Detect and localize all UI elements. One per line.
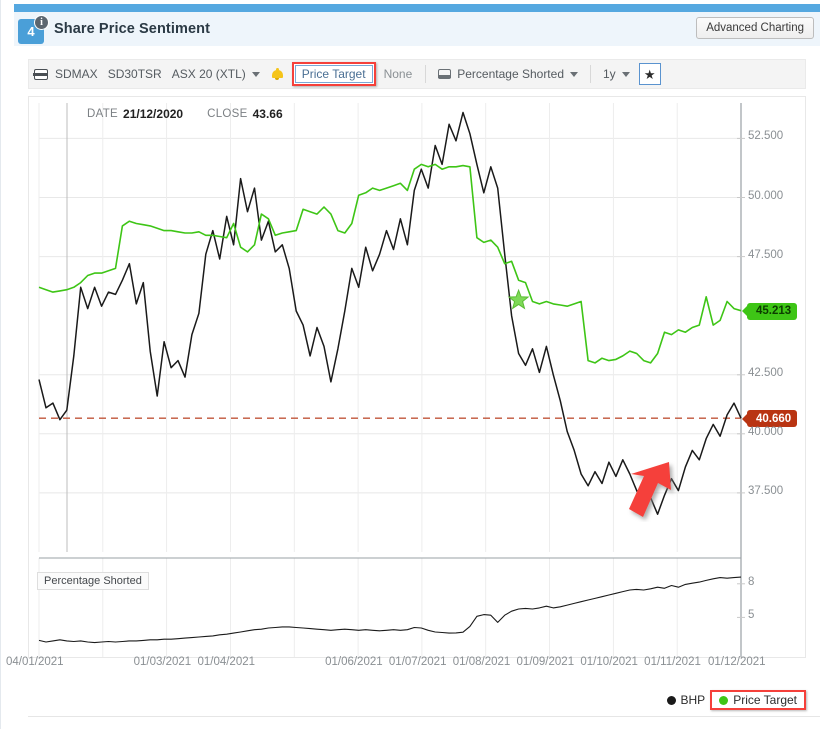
price-target-selector-wrap: Price Target: [290, 60, 378, 88]
share-price-sentiment-widget: 4 i Share Price Sentiment Advanced Chart…: [0, 0, 820, 729]
legend-color-swatch: [719, 695, 729, 705]
x-axis-tick-label: 01/06/2021: [325, 656, 383, 668]
range-selector-label: 1y: [603, 67, 616, 81]
legend-label: Price Target: [733, 693, 797, 707]
x-axis-tick-label: 01/08/2021: [452, 656, 511, 668]
favourite-button[interactable]: ★: [638, 63, 661, 85]
chevron-down-icon: [621, 71, 630, 77]
chart-canvas[interactable]: DATE 21/12/2020 CLOSE 43.66 Percentage S…: [28, 96, 806, 658]
y-axis-tick-label: 42.500: [748, 366, 784, 379]
price-target-value[interactable]: None: [378, 67, 419, 81]
legend-item-price-target[interactable]: Price Target: [714, 693, 802, 707]
y-axis-tick-label: 52.500: [748, 130, 784, 143]
index-selector[interactable]: ASX 20 (XTL): [167, 60, 265, 88]
legend-label: BHP: [680, 693, 706, 707]
x-axis-tick-label: 01/10/2021: [580, 656, 638, 668]
bell-icon: [271, 68, 283, 80]
x-axis-labels: 04/01/2021 01/03/2021 01/04/2021 01/06/2021…: [6, 652, 820, 674]
close-label: CLOSE: [207, 108, 248, 120]
price-target-value-badge: 45.213: [741, 302, 798, 320]
percentage-shorted-pane: Percentage Shorted: [29, 558, 741, 657]
legend-item-bhp[interactable]: BHP: [662, 693, 711, 707]
price-target-selector[interactable]: Price Target: [294, 65, 373, 83]
lower-y-axis-tick-label: 8: [748, 575, 755, 588]
panel-accent-bar: [14, 4, 820, 12]
advanced-charting-button[interactable]: Advanced Charting: [696, 17, 814, 39]
panel-header: 4 i Share Price Sentiment Advanced Chart…: [14, 12, 820, 46]
x-axis-tick-label: 01/12/2021: [708, 656, 766, 668]
close-value: 43.66: [252, 107, 283, 121]
chart-toolbar: SDMAX SD30TSR ASX 20 (XTL) Price Target …: [28, 59, 806, 89]
legend-highlight-box: Price Target: [710, 690, 806, 710]
indicator-selector[interactable]: Percentage Shorted: [433, 60, 583, 88]
toolbar-divider: [425, 65, 427, 83]
alert-button[interactable]: [265, 60, 290, 88]
x-axis-tick-label: 04/01/2021: [6, 656, 64, 668]
watchlist-sdmax-label: SDMAX: [55, 67, 98, 81]
range-selector[interactable]: 1y: [598, 60, 635, 88]
y-axis-tick-label: 37.500: [748, 484, 784, 497]
y-axis-tick-label: 50.000: [748, 189, 784, 202]
info-icon[interactable]: i: [34, 15, 49, 30]
monitor-icon: [33, 68, 48, 80]
date-value: 21/12/2020: [123, 107, 184, 121]
watchlist-sd30tsr[interactable]: SD30TSR: [103, 60, 167, 88]
panel-badge-group: 4 i: [18, 15, 52, 45]
y-axis-tick-label: 47.500: [748, 248, 784, 261]
chevron-down-icon: [570, 71, 578, 77]
chevron-down-icon: [251, 71, 260, 77]
monitor-icon: [437, 69, 452, 79]
y-axis-tick-label: 40.000: [748, 425, 784, 438]
price-target-highlight-box: Price Target: [291, 62, 376, 86]
lower-y-axis-tick-label: 5: [748, 609, 755, 622]
legend-color-swatch: [666, 695, 676, 705]
index-selector-label: ASX 20 (XTL): [171, 67, 246, 81]
page-left-border: [0, 0, 1, 729]
x-axis-tick-label: 01/07/2021: [388, 656, 447, 668]
footer-divider: [28, 716, 820, 717]
chart-legend: BHP Price Target: [662, 690, 806, 710]
x-axis-tick-label: 01/04/2021: [197, 656, 256, 668]
x-axis-tick-label: 01/09/2021: [516, 656, 575, 668]
date-label: DATE: [87, 108, 119, 120]
indicator-selector-label: Percentage Shorted: [457, 67, 564, 81]
star-icon: ★: [643, 66, 656, 82]
chart-readout: DATE 21/12/2020 CLOSE 43.66: [87, 107, 283, 121]
x-axis-tick-label: 01/11/2021: [644, 656, 701, 668]
percentage-shorted-label: Percentage Shorted: [37, 572, 149, 590]
x-axis-tick-label: 01/03/2021: [133, 656, 192, 668]
page-title: Share Price Sentiment: [54, 21, 211, 37]
last-price-value-badge: 40.660: [741, 410, 798, 428]
toolbar-monitor-item[interactable]: SDMAX: [29, 60, 103, 88]
toolbar-divider: [590, 65, 591, 83]
